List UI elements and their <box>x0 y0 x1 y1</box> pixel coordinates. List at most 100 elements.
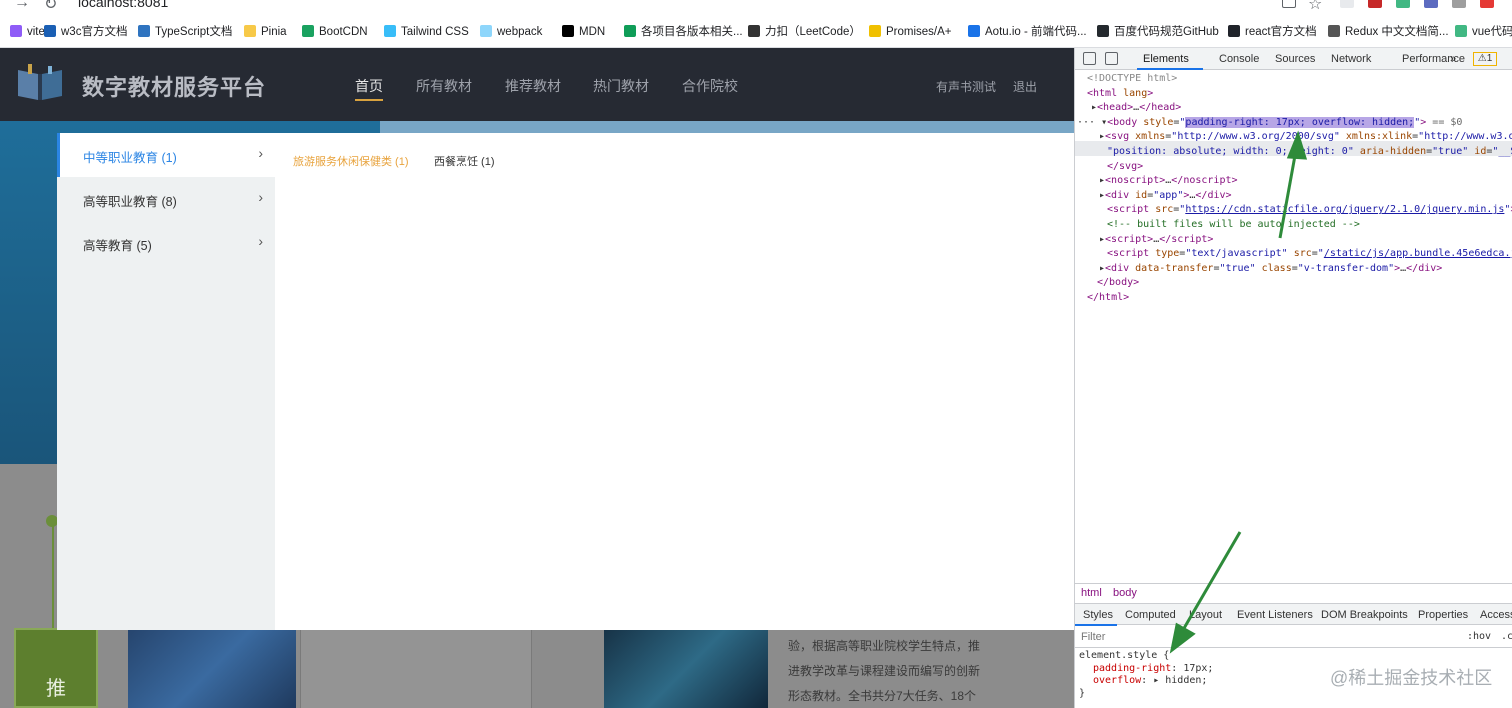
tab-event-listeners[interactable]: Event Listeners <box>1237 609 1313 621</box>
nav-recommended[interactable]: 推荐教材 <box>505 76 561 96</box>
book-cover-image[interactable] <box>128 630 296 708</box>
tab-network[interactable]: Network <box>1331 53 1371 65</box>
book-description: 验，根据高等职业院校学生特点，推 进教学改革与课程建设而编写的创新 形态教材。全… <box>788 634 988 708</box>
tab-properties[interactable]: Properties <box>1418 609 1468 621</box>
dom-line[interactable]: "position: absolute; width: 0; height: 0… <box>1107 145 1512 160</box>
nav-home[interactable]: 首页 <box>355 76 383 96</box>
bookmark-item[interactable]: w3c官方文档 <box>44 24 127 40</box>
tab-elements[interactable]: Elements <box>1143 53 1189 65</box>
style-rules: element.style { padding-right: 17px; ove… <box>1079 650 1213 700</box>
subcategory-western-cooking[interactable]: 西餐烹饪 (1) <box>434 153 495 169</box>
rule-selector[interactable]: element.style { <box>1079 650 1213 663</box>
tab-computed[interactable]: Computed <box>1125 609 1176 621</box>
more-tabs-icon[interactable]: » <box>1450 53 1456 65</box>
tab-layout[interactable]: Layout <box>1189 609 1222 621</box>
cls-toggle[interactable]: .cl <box>1501 631 1512 642</box>
bookmark-label: vue代码 <box>1472 26 1512 38</box>
recommend-badge-text: 推 <box>46 678 66 700</box>
dom-line[interactable]: </body> <box>1097 276 1139 291</box>
warning-count: 1 <box>1486 53 1493 64</box>
nav-partner-schools[interactable]: 合作院校 <box>682 76 738 96</box>
warning-badge[interactable]: ⚠1 <box>1473 52 1497 66</box>
bookmarks-bar: vite w3c官方文档 TypeScript文档 Pinia BootCDN Tailw… <box>0 20 1512 44</box>
bookmark-item[interactable]: TypeScript文档 <box>138 24 232 40</box>
w3c-icon <box>44 25 56 37</box>
property-value[interactable]: 17px; <box>1183 663 1213 674</box>
dom-line[interactable]: </svg> <box>1107 160 1143 175</box>
property-name[interactable]: padding-right <box>1093 663 1171 674</box>
tab-accessibility[interactable]: Accessi <box>1480 609 1512 621</box>
bookmark-item[interactable]: MDN <box>562 24 605 40</box>
property-value[interactable]: ▸ hidden; <box>1153 675 1207 686</box>
dom-line[interactable]: </html> <box>1087 291 1129 306</box>
bookmark-label: BootCDN <box>319 26 368 38</box>
hov-toggle[interactable]: :hov <box>1467 631 1491 642</box>
dom-line[interactable]: ▸<script>…</script> <box>1099 233 1213 248</box>
bookmark-item[interactable]: webpack <box>480 24 542 40</box>
bookmark-item[interactable]: 力扣（LeetCode） <box>748 24 861 40</box>
subcategory-tourism[interactable]: 旅游服务休闲保健类 (1) <box>293 153 409 169</box>
bookmark-label: Promises/A+ <box>886 26 952 38</box>
tab-sources[interactable]: Sources <box>1275 53 1315 65</box>
ublock-icon[interactable] <box>1368 0 1382 8</box>
share-icon[interactable] <box>1282 0 1296 8</box>
timeline-line <box>52 522 54 632</box>
category-item-higher-education[interactable]: 高等教育 (5) › <box>57 221 275 265</box>
menu-icon[interactable] <box>1480 0 1494 8</box>
bookmark-item[interactable]: 百度代码规范GitHub <box>1097 24 1219 40</box>
inspect-icon[interactable] <box>1083 52 1096 65</box>
tab-dom-breakpoints[interactable]: DOM Breakpoints <box>1321 609 1408 621</box>
book-card[interactable] <box>300 630 532 708</box>
nav-all-books[interactable]: 所有教材 <box>416 76 472 96</box>
filter-input[interactable]: Filter <box>1081 631 1105 643</box>
property-name[interactable]: overflow <box>1093 675 1141 686</box>
bookmark-label: MDN <box>579 26 606 38</box>
address-bar[interactable]: localhost:8081 <box>78 0 168 10</box>
bookmark-item[interactable]: vue代码 <box>1455 24 1512 40</box>
dom-line[interactable]: <script type="text/javascript" src="/sta… <box>1107 247 1512 262</box>
dom-line[interactable]: <script src="https://cdn.staticfile.org/… <box>1107 203 1512 218</box>
dom-line[interactable]: <html lang> <box>1087 87 1153 102</box>
logout-link[interactable]: 退出 <box>1013 78 1037 95</box>
book-cover-image[interactable] <box>604 630 768 708</box>
device-toggle-icon[interactable] <box>1105 52 1118 65</box>
crumb-body[interactable]: body <box>1113 587 1137 599</box>
bookmark-item[interactable]: 各项目各版本相关... <box>624 24 743 40</box>
tab-console[interactable]: Console <box>1219 53 1259 65</box>
extension-icon[interactable] <box>1340 0 1354 8</box>
profile-icon[interactable] <box>1452 0 1466 8</box>
forward-icon[interactable]: → <box>14 0 30 12</box>
recommend-badge: 推 <box>14 628 98 708</box>
bookmark-item[interactable]: react官方文档 <box>1228 24 1317 40</box>
reload-icon[interactable]: ↻ <box>44 0 57 14</box>
category-item-secondary-vocational[interactable]: 中等职业教育 (1) › <box>57 133 275 177</box>
bookmark-item[interactable]: Pinia <box>244 24 287 40</box>
crumb-html[interactable]: html <box>1081 587 1102 599</box>
dom-line[interactable]: ▸<div id="app">…</div> <box>1099 189 1232 204</box>
bookmark-item[interactable]: Redux 中文文档简... <box>1328 24 1449 40</box>
dom-line[interactable]: ▸<noscript>…</noscript> <box>1099 174 1238 189</box>
dom-line[interactable]: ▸<head>…</head> <box>1091 101 1181 116</box>
nav-hot[interactable]: 热门教材 <box>593 76 649 96</box>
jh-extension-icon[interactable] <box>1424 0 1438 8</box>
bookmark-item[interactable]: vite <box>10 24 45 40</box>
vite-icon <box>10 25 22 37</box>
bookmark-label: Aotu.io - 前端代码... <box>985 26 1087 38</box>
bookmark-item[interactable]: Aotu.io - 前端代码... <box>968 24 1087 40</box>
dom-line[interactable]: <!-- built files will be auto injected -… <box>1107 218 1360 233</box>
bookmark-item[interactable]: BootCDN <box>302 24 368 40</box>
category-item-higher-vocational[interactable]: 高等职业教育 (8) › <box>57 177 275 221</box>
rule-property[interactable]: overflow: ▸ hidden; <box>1079 675 1213 688</box>
dom-line[interactable]: ▸<div data-transfer="true" class="v-tran… <box>1099 262 1442 277</box>
vue-devtools-icon[interactable] <box>1396 0 1410 8</box>
bookmark-star-icon[interactable]: ☆ <box>1308 0 1322 14</box>
dom-line[interactable]: <!DOCTYPE html> <box>1087 72 1177 87</box>
bookmark-item[interactable]: Tailwind CSS <box>384 24 469 40</box>
dom-line-body[interactable]: ··· ▾<body style="padding-right: 17px; o… <box>1077 116 1462 131</box>
tab-styles[interactable]: Styles <box>1083 609 1113 621</box>
github-icon <box>1097 25 1109 37</box>
rule-property[interactable]: padding-right: 17px; <box>1079 663 1213 676</box>
dom-line[interactable]: ▸<svg xmlns="http://www.w3.org/2000/svg"… <box>1099 130 1512 145</box>
bookmark-item[interactable]: Promises/A+ <box>869 24 952 40</box>
user-name[interactable]: 有声书测试 <box>936 78 996 95</box>
